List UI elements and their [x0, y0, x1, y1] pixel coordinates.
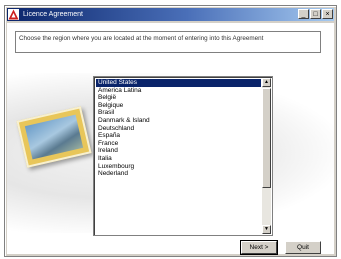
scroll-up-arrow-icon[interactable]: ▲	[262, 78, 271, 87]
region-list-item[interactable]: Ireland	[96, 147, 261, 155]
region-list-item[interactable]: Italia	[96, 155, 261, 163]
close-icon[interactable]: ×	[322, 9, 333, 19]
quit-button[interactable]: Quit	[285, 241, 321, 254]
region-list-item[interactable]: France	[96, 140, 261, 148]
window-title: Licence Agreement	[23, 11, 83, 18]
region-list: United States America Latina België Belgiqu…	[96, 79, 261, 178]
scroll-down-arrow-icon[interactable]: ▼	[262, 225, 271, 234]
adobe-logo-icon	[8, 9, 19, 20]
region-listbox[interactable]: United States America Latina België Belgiqu…	[93, 76, 273, 236]
region-list-item[interactable]: America Latina	[96, 87, 261, 95]
postcard-photo	[24, 114, 84, 160]
minimize-icon[interactable]: _	[298, 9, 309, 19]
region-list-item[interactable]: España	[96, 132, 261, 140]
instruction-text: Choose the region where you are located …	[15, 31, 321, 53]
dialog-body: Choose the region where you are located …	[7, 23, 334, 254]
window-controls: _ □ ×	[298, 9, 333, 19]
region-list-item[interactable]: België	[96, 94, 261, 102]
license-window: Licence Agreement _ □ × Choose the regio…	[4, 5, 337, 257]
title-bar[interactable]: Licence Agreement _ □ ×	[7, 8, 334, 21]
region-list-item[interactable]: Deutschland	[96, 125, 261, 133]
region-list-item[interactable]: Brasil	[96, 109, 261, 117]
maximize-icon[interactable]: □	[310, 9, 321, 19]
scroll-thumb[interactable]	[262, 88, 271, 188]
region-list-item[interactable]: Luxembourg	[96, 163, 261, 171]
next-button[interactable]: Next >	[241, 241, 277, 254]
region-list-item[interactable]: Danmark & Island	[96, 117, 261, 125]
region-list-item[interactable]: Belgique	[96, 102, 261, 110]
region-list-item[interactable]: Nederland	[96, 170, 261, 178]
listbox-scrollbar[interactable]: ▲ ▼	[262, 78, 271, 234]
region-list-item[interactable]: United States	[96, 79, 261, 87]
